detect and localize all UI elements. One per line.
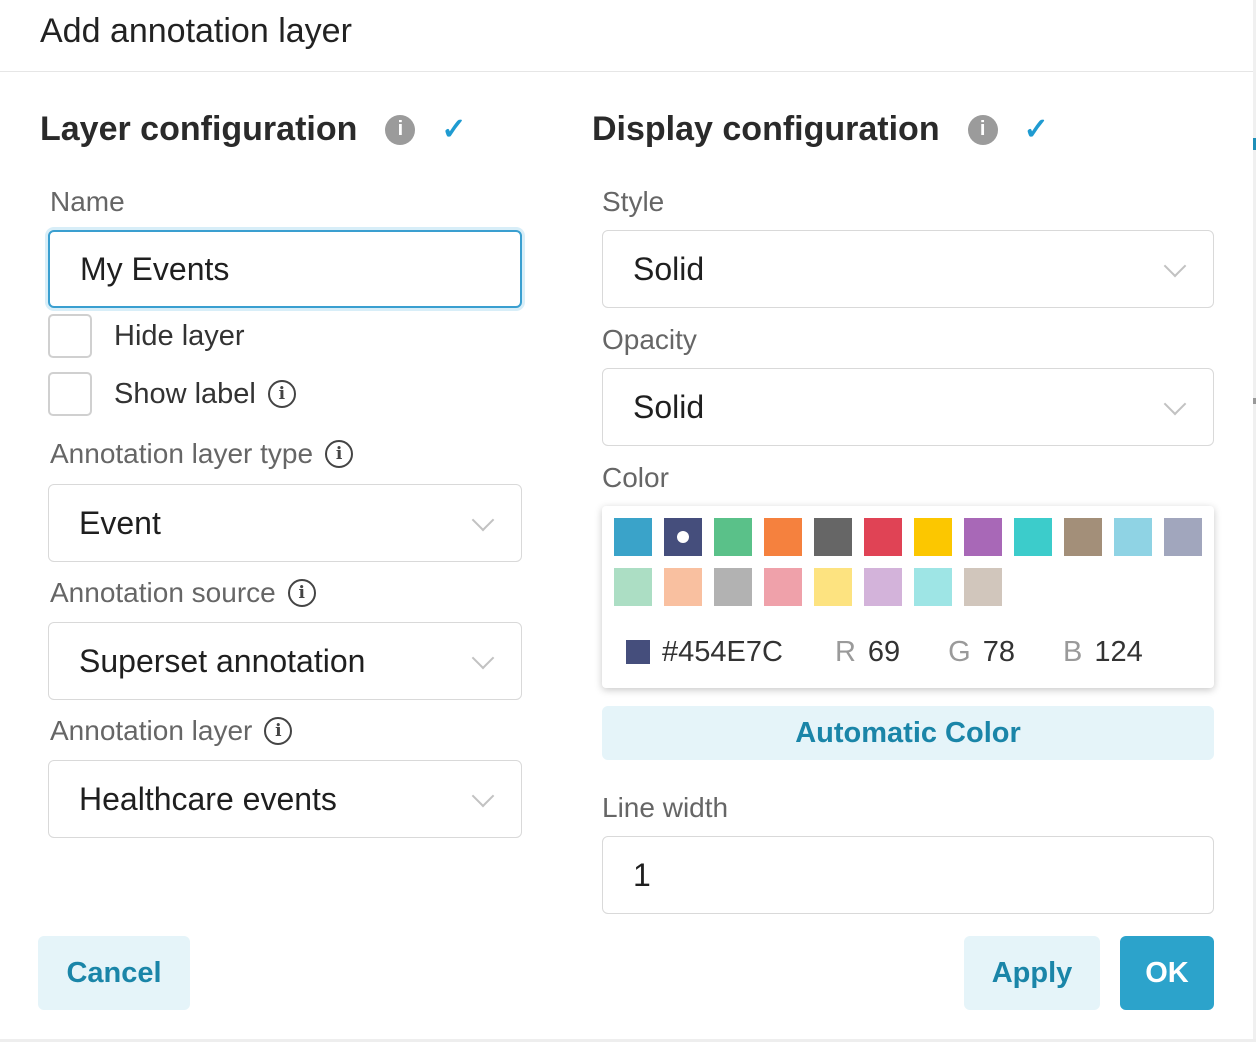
dialog-header: Add annotation layer	[0, 0, 1256, 72]
show-label-row[interactable]: Show label i	[48, 372, 296, 416]
display-configuration-label: Display configuration	[592, 110, 940, 148]
dialog-title: Add annotation layer	[40, 12, 352, 50]
color-swatch[interactable]	[1114, 518, 1152, 556]
color-swatch[interactable]	[1064, 518, 1102, 556]
color-swatch[interactable]	[864, 518, 902, 556]
name-input-value: My Events	[80, 250, 230, 287]
green-channel-input[interactable]: 78	[983, 636, 1015, 669]
color-swatch[interactable]	[614, 518, 652, 556]
name-input[interactable]: My Events	[48, 230, 522, 308]
line-width-value: 1	[633, 856, 651, 893]
color-swatch[interactable]	[964, 518, 1002, 556]
annotation-layer-select[interactable]: Healthcare events	[48, 760, 522, 838]
line-width-input[interactable]: 1	[602, 836, 1214, 914]
display-configuration-title: Display configuration i ✓	[592, 110, 1049, 149]
color-swatch[interactable]	[814, 518, 852, 556]
red-channel-input[interactable]: 69	[868, 636, 900, 669]
hide-layer-checkbox[interactable]	[48, 314, 92, 358]
style-label: Style	[602, 186, 665, 217]
annotation-layer-type-value: Event	[79, 504, 161, 541]
layer-configuration-title: Layer configuration i ✓	[40, 110, 467, 149]
color-swatch[interactable]	[664, 568, 702, 606]
info-icon[interactable]: i	[325, 440, 354, 468]
chevron-down-icon	[1163, 392, 1187, 416]
color-swatch[interactable]	[914, 568, 952, 606]
automatic-color-button[interactable]: Automatic Color	[602, 706, 1214, 760]
blue-channel-input[interactable]: 124	[1094, 636, 1142, 669]
color-swatch[interactable]	[764, 568, 802, 606]
color-values-row: #454E7C R 69 G 78 B 124	[626, 630, 1198, 674]
color-swatch[interactable]	[814, 568, 852, 606]
annotation-source-select[interactable]: Superset annotation	[48, 622, 522, 700]
color-swatch[interactable]	[614, 568, 652, 606]
color-swatch[interactable]	[664, 518, 702, 556]
chevron-down-icon	[471, 508, 495, 532]
opacity-label: Opacity	[602, 324, 697, 355]
annotation-layer-label: Annotation layer i	[50, 715, 293, 747]
show-label-checkbox[interactable]	[48, 372, 92, 416]
color-swatch[interactable]	[764, 518, 802, 556]
hide-layer-row[interactable]: Hide layer	[48, 314, 245, 358]
color-swatch[interactable]	[714, 518, 752, 556]
color-swatch[interactable]	[1164, 518, 1202, 556]
color-swatch[interactable]	[1014, 518, 1052, 556]
color-swatch[interactable]	[964, 568, 1002, 606]
info-icon[interactable]: i	[385, 114, 416, 145]
color-label: Color	[602, 462, 669, 493]
hide-layer-label: Hide layer	[114, 319, 245, 352]
annotation-layer-type-label: Annotation layer type i	[50, 438, 354, 470]
hex-input[interactable]: #454E7C	[662, 636, 783, 669]
apply-button[interactable]: Apply	[964, 936, 1100, 1010]
color-swatch[interactable]	[714, 568, 752, 606]
show-label-label: Show label	[114, 377, 256, 410]
info-icon[interactable]: i	[264, 717, 293, 745]
annotation-source-value: Superset annotation	[79, 642, 366, 679]
annotation-source-text: Annotation source	[50, 577, 276, 608]
ok-button[interactable]: OK	[1120, 936, 1214, 1010]
red-channel-label: R	[834, 635, 856, 668]
layer-configuration-label: Layer configuration	[40, 110, 358, 148]
chevron-down-icon	[471, 646, 495, 670]
annotation-layer-text: Annotation layer	[50, 715, 253, 746]
line-width-label: Line width	[602, 792, 729, 823]
info-icon[interactable]: i	[967, 114, 998, 145]
check-icon: ✓	[441, 113, 467, 146]
opacity-select[interactable]: Solid	[602, 368, 1214, 446]
info-icon[interactable]: i	[287, 579, 316, 607]
info-icon[interactable]: i	[267, 380, 296, 408]
color-swatch[interactable]	[864, 568, 902, 606]
green-channel-label: G	[948, 635, 971, 668]
annotation-layer-type-text: Annotation layer type	[50, 438, 314, 469]
annotation-layer-type-select[interactable]: Event	[48, 484, 522, 562]
opacity-value: Solid	[633, 388, 705, 425]
chevron-down-icon	[471, 784, 495, 808]
selected-color-preview	[626, 640, 650, 664]
cancel-button[interactable]: Cancel	[38, 936, 190, 1010]
style-value: Solid	[633, 250, 705, 287]
annotation-source-label: Annotation source i	[50, 577, 316, 609]
blue-channel-label: B	[1062, 635, 1083, 668]
name-label: Name	[50, 186, 125, 217]
color-picker: #454E7C R 69 G 78 B 124	[602, 506, 1214, 688]
color-swatch[interactable]	[914, 518, 952, 556]
style-select[interactable]: Solid	[602, 230, 1214, 308]
annotation-layer-value: Healthcare events	[79, 780, 337, 817]
check-icon: ✓	[1023, 113, 1049, 146]
chevron-down-icon	[1163, 254, 1187, 278]
